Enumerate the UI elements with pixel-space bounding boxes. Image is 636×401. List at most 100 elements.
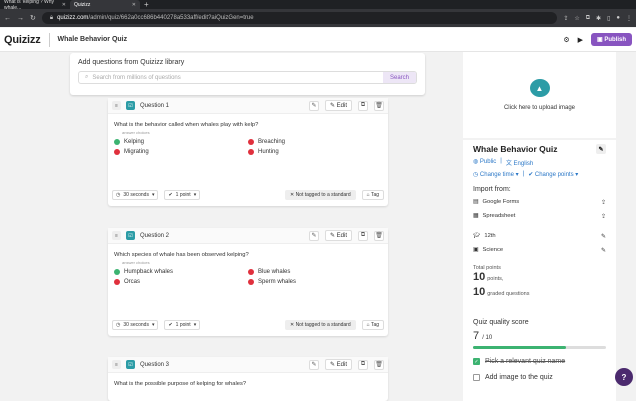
answer-text: Kelping xyxy=(124,139,145,145)
import-google-forms[interactable]: ▤ Google Forms ⇪ xyxy=(473,197,606,207)
visibility-link[interactable]: ◍ Public xyxy=(473,158,496,167)
multiple-choice-icon: ☑ xyxy=(126,360,135,369)
quality-progress-fill xyxy=(473,346,567,349)
quiz-title: Whale Behavior Quiz ✎ xyxy=(473,144,606,154)
incorrect-dot-icon xyxy=(248,139,254,145)
upload-icon[interactable]: ⇪ xyxy=(601,213,606,220)
language-link[interactable]: 文 English xyxy=(506,158,533,167)
upload-text: Click here to upload image xyxy=(503,105,576,111)
duplicate-icon[interactable]: ⧉ xyxy=(358,230,368,241)
question-footer: ◷ 30 seconds ▾ ✔ 1 point ▾ ✕ Not tagged to a… xyxy=(112,190,384,200)
drag-handle-icon[interactable]: ≡ xyxy=(112,360,121,369)
globe-icon: ◍ xyxy=(473,159,479,165)
pencil-icon[interactable]: ✎ xyxy=(596,144,606,154)
forward-icon[interactable]: → xyxy=(17,15,24,22)
edit-button[interactable]: ✎ Edit xyxy=(324,100,352,111)
tab-2-label: Quizizz xyxy=(74,1,91,8)
points-unit: points, xyxy=(487,276,504,282)
correct-dot-icon xyxy=(114,139,120,145)
new-tab-icon[interactable]: + xyxy=(144,0,149,9)
answer-option: Sperm whales xyxy=(248,279,382,285)
checkbox-icon[interactable] xyxy=(473,374,480,381)
question-card: ≡ ☑ Question 2 ✎ ✎ Edit ⧉ 🗑︎ Which speci… xyxy=(108,228,388,336)
upload-icon[interactable]: ⇪ xyxy=(601,199,606,206)
url-field[interactable]: 🔒︎ quizizz.com/admin/quiz/662a0cc686b440… xyxy=(41,12,558,24)
delete-icon[interactable]: 🗑︎ xyxy=(374,100,384,111)
add-questions-title: Add questions from Quizizz library xyxy=(78,59,185,66)
chevron-down-icon: ▾ xyxy=(151,192,155,198)
time-select[interactable]: ◷ 30 seconds ▾ xyxy=(112,190,159,200)
quality-score-max: / 10 xyxy=(482,335,493,341)
import-from-heading: Import from: xyxy=(473,186,511,193)
import-spreadsheet[interactable]: ▦ Spreadsheet ⇪ xyxy=(473,211,606,221)
delete-icon[interactable]: 🗑︎ xyxy=(374,230,384,241)
time-select[interactable]: ◷ 30 seconds ▾ xyxy=(112,320,159,330)
correct-dot-icon xyxy=(114,269,120,275)
answer-text: Orcas xyxy=(124,279,141,285)
question-label: Question 1 xyxy=(140,102,170,109)
answer-list: Humpback whales Blue whales Orcas Sperm … xyxy=(108,267,388,285)
quizizz-logo[interactable]: Quizizz xyxy=(4,34,41,46)
grade-text: 12th xyxy=(484,233,496,239)
extension-icon[interactable]: ⧉ xyxy=(586,15,590,22)
standard-tag-button[interactable]: ✕ Not tagged to a standard xyxy=(284,320,356,330)
drag-handle-icon[interactable]: ≡ xyxy=(112,101,121,110)
quality-score-value: 7 xyxy=(473,330,480,342)
search-button[interactable]: Search xyxy=(382,72,416,83)
menu-dots-icon[interactable]: ⋮ xyxy=(626,15,632,22)
add-questions-panel: Add questions from Quizizz library ⌕ Sea… xyxy=(70,53,425,95)
star-icon[interactable]: ☆ xyxy=(574,15,579,22)
change-time-link[interactable]: ◷ Change time ▾ xyxy=(473,171,519,178)
standard-label: Not tagged to a standard xyxy=(295,322,351,328)
reload-icon[interactable]: ↻ xyxy=(30,14,36,22)
points-select[interactable]: ✔ 1 point ▾ xyxy=(164,190,201,200)
edit-button[interactable]: ✎ Edit xyxy=(324,230,352,241)
quiz-quality-panel: Quiz quality score 7 / 10 ✓ Pick a relev… xyxy=(463,315,616,401)
edit-label: Edit xyxy=(336,362,347,368)
subject-text: Science xyxy=(482,247,504,253)
checklist-item[interactable]: Add image to the quiz xyxy=(473,374,606,381)
quality-title: Quiz quality score xyxy=(473,319,529,326)
browser-tab-1[interactable]: What is 'kelping'? Why whale... ✕ xyxy=(0,0,70,11)
points-value: 1 point xyxy=(175,322,191,328)
ai-enhance-icon[interactable]: ✎ xyxy=(308,359,319,370)
checklist-item[interactable]: ✓ Pick a relevant quiz name xyxy=(473,358,606,365)
close-icon[interactable]: ✕ xyxy=(132,2,136,8)
profile-icon[interactable]: ● xyxy=(616,15,620,21)
tag-button[interactable]: ⌂ Tag xyxy=(361,190,384,200)
back-icon[interactable]: ← xyxy=(4,15,11,22)
change-points-text: Change points xyxy=(534,172,574,178)
drag-handle-icon[interactable]: ≡ xyxy=(112,231,121,240)
google-forms-icon: ▤ xyxy=(473,199,479,205)
tag-button[interactable]: ⌂ Tag xyxy=(361,320,384,330)
answer-option: Blue whales xyxy=(248,269,382,275)
page-title[interactable]: Whale Behavior Quiz xyxy=(58,36,128,43)
duplicate-icon[interactable]: ⧉ xyxy=(358,359,368,370)
help-button[interactable]: ? xyxy=(615,368,633,386)
share-icon[interactable]: ⇪ xyxy=(563,15,568,22)
browser-tab-2[interactable]: Quizizz ✕ xyxy=(70,0,140,9)
pencil-icon[interactable]: ✎ xyxy=(601,247,606,254)
answer-list: Kelping Breaching Migrating Hunting xyxy=(108,137,388,155)
question-footer: ◷ 30 seconds ▾ ✔ 1 point ▾ ✕ Not tagged to a… xyxy=(112,320,384,330)
change-points-link[interactable]: ✔ Change points ▾ xyxy=(528,171,578,178)
answer-text: Hunting xyxy=(258,149,279,155)
edit-button[interactable]: ✎ Edit xyxy=(324,359,352,370)
close-icon[interactable]: ✕ xyxy=(62,2,66,8)
upload-image-area[interactable]: ▲ Click here to upload image xyxy=(463,52,616,138)
pencil-icon[interactable]: ✎ xyxy=(601,233,606,240)
edit-label: Edit xyxy=(336,103,347,109)
ai-enhance-icon[interactable]: ✎ xyxy=(308,230,319,241)
quiz-title-text: Whale Behavior Quiz xyxy=(473,144,558,154)
library-search-input[interactable]: ⌕ Search from millions of questions Sear… xyxy=(78,71,417,84)
points-select[interactable]: ✔ 1 point ▾ xyxy=(164,320,201,330)
checkbox-checked-icon[interactable]: ✓ xyxy=(473,358,480,365)
ai-enhance-icon[interactable]: ✎ xyxy=(308,100,319,111)
sidepanel-icon[interactable]: ▯ xyxy=(607,15,610,22)
delete-icon[interactable]: 🗑︎ xyxy=(374,359,384,370)
standard-tag-button[interactable]: ✕ Not tagged to a standard xyxy=(284,190,356,200)
extensions-puzzle-icon[interactable]: ✱ xyxy=(596,15,601,22)
duplicate-icon[interactable]: ⧉ xyxy=(358,100,368,111)
lock-icon: 🔒︎ xyxy=(49,14,54,21)
answer-text: Blue whales xyxy=(258,269,291,275)
